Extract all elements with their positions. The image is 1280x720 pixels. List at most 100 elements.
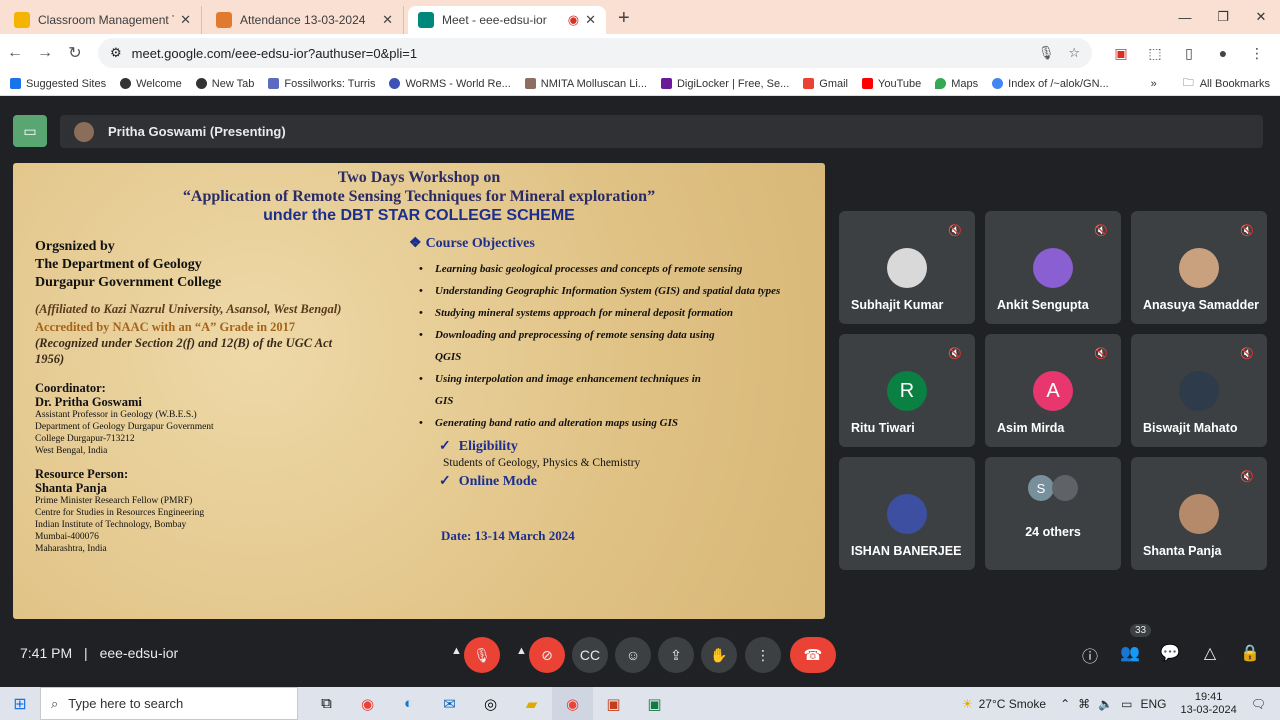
new-tab-button[interactable]: + [618,7,630,30]
weather-text[interactable]: 27°C Smoke [979,697,1047,711]
notification-icon[interactable]: 🗨 [1251,697,1266,711]
close-window-icon[interactable]: ✕ [1242,9,1280,25]
bookmark-maps[interactable]: Maps [935,78,978,90]
bookmark-nmita[interactable]: NMITA Molluscan Li... [524,78,647,90]
url-text[interactable]: meet.google.com/eee-edsu-ior?authuser=0&… [132,46,1024,61]
star-icon[interactable]: ☆ [1068,45,1080,61]
powerpoint-icon[interactable]: ▣ [593,687,634,720]
dell-icon[interactable]: ◎ [470,687,511,720]
volume-icon[interactable]: 🔈 [1098,697,1113,711]
bookmarks-right: » 🗀 All Bookmarks [1151,74,1270,93]
bookmark-digilocker[interactable]: DigiLocker | Free, Se... [660,78,789,90]
reload-icon[interactable]: ↻ [60,43,90,63]
avatar [1179,371,1219,411]
tab-attendance[interactable]: Attendance 13-03-2024 ✕ [206,6,404,34]
host-controls-icon[interactable]: 🔒 [1239,643,1261,663]
mic-off-button[interactable]: 🎙 [464,637,500,673]
list-item: Learning basic geological processes and … [419,258,825,280]
minimize-icon[interactable]: — [1166,10,1204,25]
present-button[interactable]: ⇪ [658,637,694,673]
participant-tile[interactable]: 🔇 R Ritu Tiwari [839,334,975,447]
address-bar[interactable]: ⚙ meet.google.com/eee-edsu-ior?authuser=… [98,38,1092,68]
emoji-button[interactable]: ☺ [615,637,651,673]
eligibility-heading: ✓ Eligibility [439,438,825,455]
participant-tile[interactable]: 🔇 Anasuya Samadder [1131,211,1267,324]
slide-left-column: Orgsnized by The Department of Geology D… [35,238,345,555]
chrome-active-icon[interactable]: ◉ [552,687,593,720]
forward-icon[interactable]: → [30,44,60,62]
coordinator-name: Dr. Pritha Goswami [35,395,142,409]
menu-icon[interactable]: ⋮ [1240,45,1274,62]
participant-tile[interactable]: 🔇 Shanta Panja [1131,457,1267,570]
back-icon[interactable]: ← [0,44,30,62]
close-icon[interactable]: ✕ [585,12,596,28]
chevron-up-icon[interactable]: ⌃ [1060,697,1070,711]
participant-tile[interactable]: 🔇 Biswajit Mahato [1131,334,1267,447]
chat-icon[interactable]: 💬 [1159,643,1181,663]
bookmark-welcome[interactable]: Welcome [120,78,182,90]
excel-icon[interactable]: ▣ [634,687,675,720]
task-view-icon[interactable]: ⧉ [306,687,347,720]
check-icon: ✓ [439,439,451,454]
presentation-icon[interactable]: ▭ [13,115,47,147]
bookmark-youtube[interactable]: YouTube [862,78,921,90]
bookmark-label: New Tab [211,77,255,90]
microphone-icon[interactable]: 🎙 [1038,45,1055,61]
close-icon[interactable]: ✕ [180,12,191,28]
list-item: Using interpolation and image enhancemen… [419,368,825,412]
avatar [1052,475,1078,501]
activities-icon[interactable]: △ [1199,643,1221,663]
windows-start-icon[interactable]: ⊞ [0,694,40,714]
side-panel-icon[interactable]: ▯ [1172,45,1206,62]
people-icon[interactable]: 👥 [1119,643,1141,663]
bookmark-suggested-sites[interactable]: Suggested Sites [10,78,106,90]
maximize-icon[interactable]: ❐ [1204,9,1242,25]
file-explorer-icon[interactable]: ▰ [511,687,552,720]
mic-off-icon: 🔇 [1240,225,1254,237]
info-icon[interactable]: ⓘ [1079,643,1101,667]
bookmark-new-tab[interactable]: New Tab [195,77,255,90]
captions-button[interactable]: CC [572,637,608,673]
tab-meet[interactable]: Meet - eee-edsu-ior ◉ ✕ [408,6,606,34]
maps-icon [935,78,947,89]
extensions-icon[interactable]: ⬚ [1138,45,1172,62]
participant-tile[interactable]: 🔇 A Asim Mirda [985,334,1121,447]
taskbar-search[interactable]: ⌕ Type here to search [40,687,298,720]
chrome-icon[interactable]: ◉ [347,687,388,720]
avatar: R [887,371,927,411]
raise-hand-button[interactable]: ✋ [701,637,737,673]
eligibility-text: Students of Geology, Physics & Chemistry [443,457,641,469]
bookmark-gmail[interactable]: Gmail [803,78,848,90]
clock[interactable]: 19:41 13-03-2024 [1180,691,1236,717]
profile-avatar[interactable]: ● [1206,45,1240,61]
site-info-icon[interactable]: ⚙ [110,45,122,61]
check-icon: ✓ [439,474,451,489]
globe-icon [120,78,132,89]
chevron-up-icon[interactable]: ▲ [451,645,462,657]
bookmark-index[interactable]: Index of /~alok/GN... [992,78,1109,90]
all-bookmarks-button[interactable]: All Bookmarks [1200,78,1270,90]
edge-icon[interactable]: ◐ [388,687,429,720]
bookmark-fossilworks[interactable]: Fossilworks: Turris [268,78,375,90]
participant-tile[interactable]: 🔇 Subhajit Kumar [839,211,975,324]
others-tile[interactable]: S 24 others [985,457,1121,570]
more-bookmarks-icon[interactable]: » [1151,78,1157,90]
chevron-up-icon[interactable]: ▲ [516,645,527,657]
bookmark-icon [10,78,21,89]
coordinator-line: West Bengal, India [35,446,108,456]
participant-tile[interactable]: ISHAN BANERJEE [839,457,975,570]
tab-classroom[interactable]: Classroom Management Tools ✕ [4,6,202,34]
forms-icon [216,12,232,28]
more-options-button[interactable]: ⋮ [745,637,781,673]
close-icon[interactable]: ✕ [382,12,393,28]
camera-off-button[interactable]: ⊘ [529,637,565,673]
bookmark-worms[interactable]: WoRMS - World Re... [389,78,511,90]
participant-tile[interactable]: 🔇 Ankit Sengupta [985,211,1121,324]
end-call-button[interactable]: ☎ [790,637,836,673]
language-indicator[interactable]: ENG [1140,697,1166,711]
battery-icon[interactable]: ▭ [1121,697,1132,711]
network-icon[interactable]: ⌘ [1078,697,1090,711]
globe-icon [195,78,207,89]
pdf-extension-icon[interactable]: ▣ [1104,45,1138,62]
mail-icon[interactable]: ✉ [429,687,470,720]
